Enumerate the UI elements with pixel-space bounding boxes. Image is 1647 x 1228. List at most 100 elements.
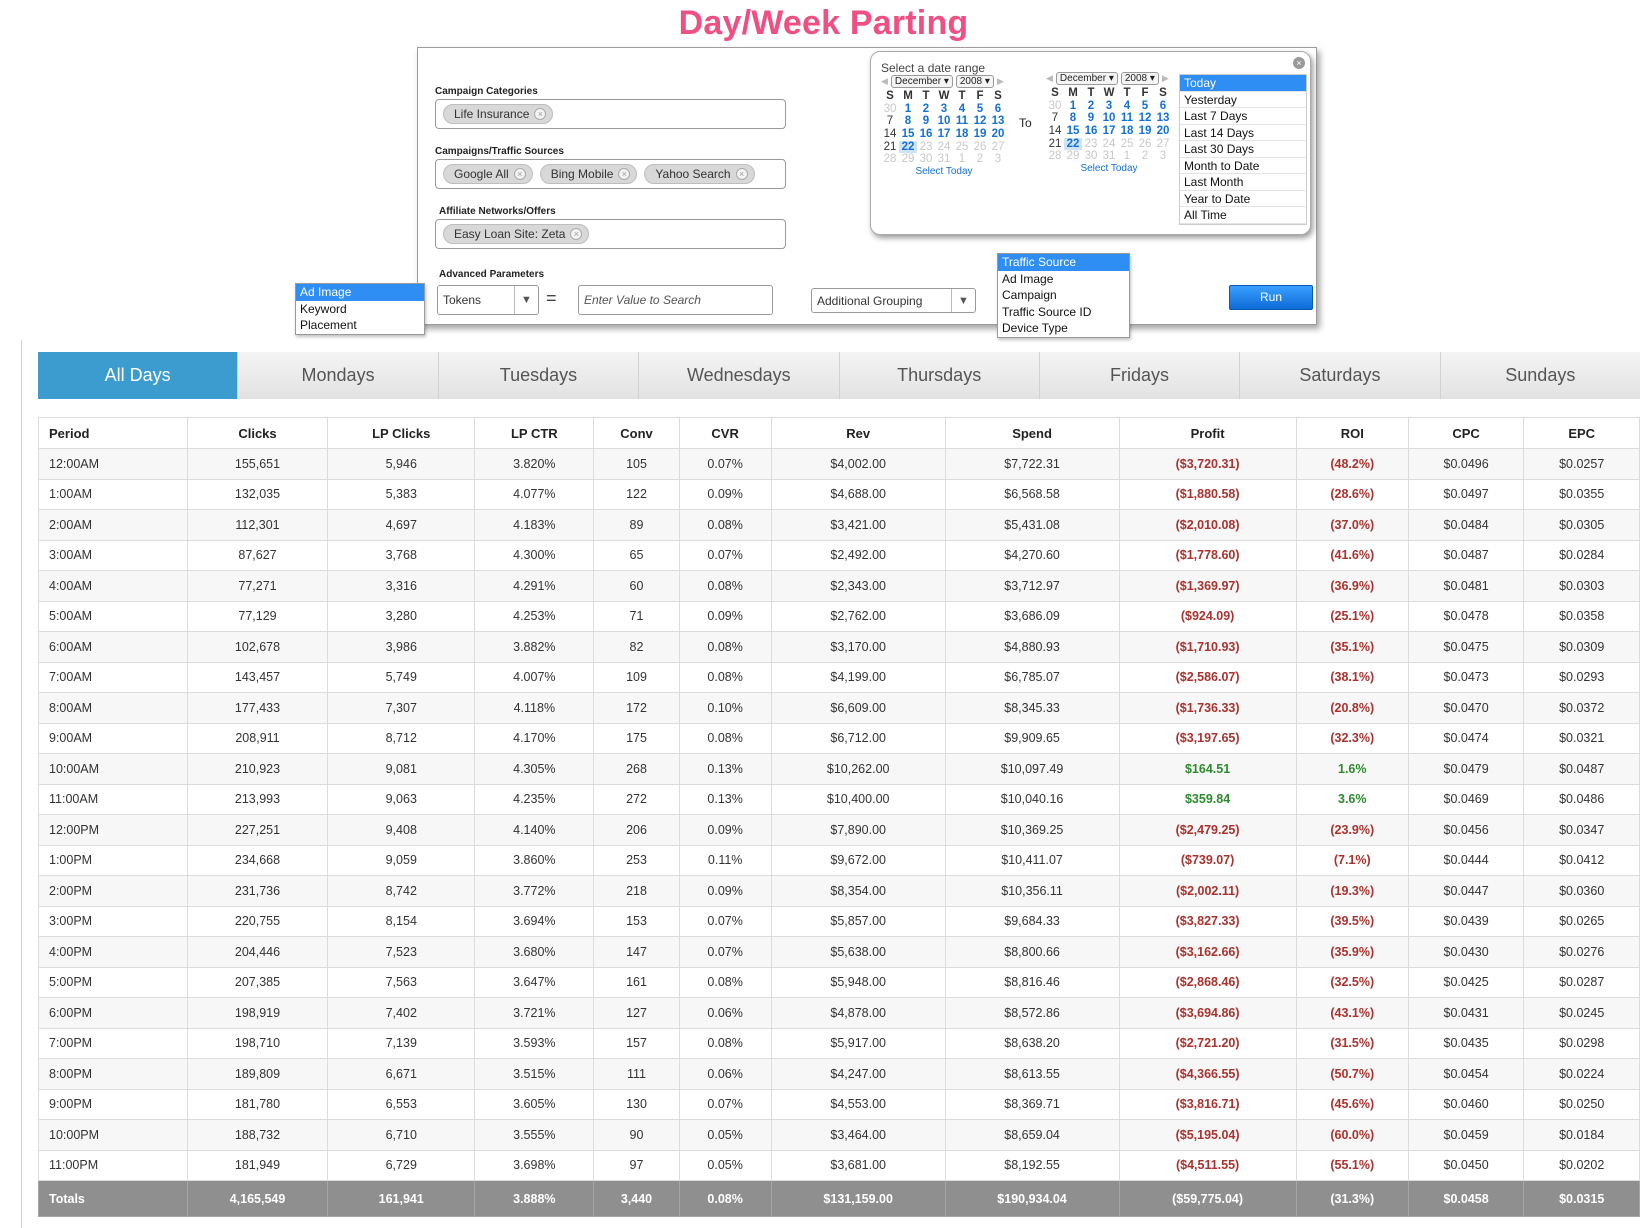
column-header[interactable]: Conv <box>593 417 680 449</box>
token-option[interactable]: Ad Image <box>296 284 424 301</box>
calendar-day[interactable]: 22 <box>1064 137 1082 151</box>
remove-chip-icon[interactable]: × <box>570 228 583 240</box>
calendar-day[interactable]: 20 <box>1154 125 1172 138</box>
column-header[interactable]: CPC <box>1407 417 1525 449</box>
remove-chip-icon[interactable]: × <box>735 168 748 180</box>
calendar-day[interactable]: 3 <box>935 103 953 116</box>
calendar-day[interactable]: 31 <box>1100 150 1118 163</box>
tab-wednesdays[interactable]: Wednesdays <box>638 352 839 399</box>
next-month-icon[interactable]: ▶ <box>997 76 1004 87</box>
remove-chip-icon[interactable]: × <box>618 168 631 180</box>
calendar-day[interactable]: 29 <box>899 153 917 166</box>
column-header[interactable]: EPC <box>1523 417 1640 449</box>
tokens-select[interactable]: Tokens ▼ <box>437 285 539 315</box>
campaign-categories-field[interactable]: Life Insurance × <box>435 99 786 129</box>
calendar-day[interactable]: 28 <box>881 153 899 166</box>
date-preset-option[interactable]: Last 30 Days <box>1180 141 1306 158</box>
calendar-day[interactable]: 13 <box>989 115 1007 128</box>
calendar-day[interactable]: 6 <box>1154 100 1172 113</box>
calendar-day[interactable]: 1 <box>1118 150 1136 163</box>
filter-chip[interactable]: Life Insurance × <box>443 104 554 124</box>
calendar-day[interactable]: 28 <box>1046 150 1064 163</box>
calendar-day[interactable]: 16 <box>1082 125 1100 138</box>
calendar-day[interactable]: 30 <box>1046 100 1064 113</box>
calendar-day[interactable]: 3 <box>1154 150 1172 163</box>
close-icon[interactable]: × <box>1293 57 1305 69</box>
date-preset-option[interactable]: Last 14 Days <box>1180 125 1306 141</box>
next-month-icon[interactable]: ▶ <box>1162 73 1169 84</box>
calendar-day[interactable]: 26 <box>971 141 989 154</box>
calendar-day[interactable]: 22 <box>899 140 917 154</box>
calendar-day[interactable]: 30 <box>1082 150 1100 163</box>
calendar-day[interactable]: 30 <box>881 103 899 116</box>
calendar-day[interactable]: 9 <box>917 115 935 128</box>
column-header[interactable]: Profit <box>1118 417 1297 449</box>
tab-saturdays[interactable]: Saturdays <box>1239 352 1440 399</box>
calendar-day[interactable]: 3 <box>989 153 1007 166</box>
filter-chip[interactable]: Yahoo Search × <box>644 164 755 184</box>
column-header[interactable]: Spend <box>944 417 1120 449</box>
calendar-day[interactable]: 7 <box>1046 112 1064 125</box>
calendar-day[interactable]: 26 <box>1136 138 1154 151</box>
calendar-day[interactable]: 1 <box>953 153 971 166</box>
calendar-day[interactable]: 19 <box>1136 125 1154 138</box>
prev-month-icon[interactable]: ◀ <box>1046 73 1053 84</box>
calendar-day[interactable]: 10 <box>935 115 953 128</box>
calendar-day[interactable]: 4 <box>1118 100 1136 113</box>
to-select-today-link[interactable]: Select Today <box>1046 163 1172 174</box>
column-header[interactable]: Clicks <box>186 417 329 449</box>
calendar-day[interactable]: 15 <box>1064 125 1082 138</box>
calendar-day[interactable]: 24 <box>1100 138 1118 151</box>
calendar-day[interactable]: 25 <box>1118 138 1136 151</box>
grouping-option[interactable]: Traffic Source ID <box>998 304 1129 321</box>
calendar-day[interactable]: 20 <box>989 128 1007 141</box>
calendar-day[interactable]: 4 <box>953 103 971 116</box>
column-header[interactable]: Period <box>38 417 188 449</box>
calendar-day[interactable]: 11 <box>953 115 971 128</box>
tab-thursdays[interactable]: Thursdays <box>838 352 1039 399</box>
calendar-day[interactable]: 18 <box>1118 125 1136 138</box>
tab-tuesdays[interactable]: Tuesdays <box>437 352 639 399</box>
date-preset-option[interactable]: Month to Date <box>1180 158 1306 174</box>
calendar-day[interactable]: 9 <box>1082 112 1100 125</box>
calendar-day[interactable]: 19 <box>971 128 989 141</box>
remove-chip-icon[interactable]: × <box>534 108 547 120</box>
calendar-day[interactable]: 2 <box>917 103 935 116</box>
grouping-option[interactable]: Campaign <box>998 287 1129 304</box>
calendar-day[interactable]: 8 <box>899 115 917 128</box>
date-preset-option[interactable]: Year to Date <box>1180 191 1306 207</box>
grouping-option[interactable]: Ad Image <box>998 271 1129 288</box>
token-option[interactable]: Keyword <box>296 301 424 318</box>
calendar-day[interactable]: 13 <box>1154 112 1172 125</box>
column-header[interactable]: CVR <box>678 417 772 449</box>
date-preset-option[interactable]: Today <box>1180 75 1306 92</box>
calendar-day[interactable]: 16 <box>917 128 935 141</box>
column-header[interactable]: LP CTR <box>474 417 595 449</box>
from-month-select[interactable]: December ▾ <box>890 75 953 88</box>
additional-grouping-select[interactable]: Additional Grouping ▼ <box>811 288 976 313</box>
calendar-day[interactable]: 12 <box>1136 112 1154 125</box>
filter-chip[interactable]: Google All × <box>443 164 533 184</box>
grouping-option[interactable]: Device Type <box>998 320 1129 337</box>
calendar-day[interactable]: 17 <box>935 128 953 141</box>
date-preset-option[interactable]: Last 7 Days <box>1180 108 1306 125</box>
chevron-down-icon[interactable]: ▼ <box>514 286 538 314</box>
filter-chip[interactable]: Bing Mobile × <box>539 164 638 184</box>
token-option[interactable]: Placement <box>296 317 424 334</box>
date-preset-option[interactable]: Last Month <box>1180 174 1306 191</box>
calendar-day[interactable]: 2 <box>1082 100 1100 113</box>
tab-all-days[interactable]: All Days <box>38 352 238 399</box>
column-header[interactable]: ROI <box>1295 417 1409 449</box>
calendar-day[interactable]: 11 <box>1118 112 1136 125</box>
calendar-day[interactable]: 5 <box>971 103 989 116</box>
to-year-select[interactable]: 2008 ▾ <box>1120 72 1159 85</box>
calendar-day[interactable]: 10 <box>1100 112 1118 125</box>
calendar-day[interactable]: 14 <box>881 128 899 141</box>
calendar-day[interactable]: 21 <box>1046 138 1064 151</box>
calendar-day[interactable]: 3 <box>1100 100 1118 113</box>
campaigns-traffic-field[interactable]: Google All × Bing Mobile × Yahoo Search × <box>435 159 786 189</box>
calendar-day[interactable]: 14 <box>1046 125 1064 138</box>
to-month-select[interactable]: December ▾ <box>1055 72 1118 85</box>
calendar-day[interactable]: 18 <box>953 128 971 141</box>
calendar-day[interactable]: 8 <box>1064 112 1082 125</box>
